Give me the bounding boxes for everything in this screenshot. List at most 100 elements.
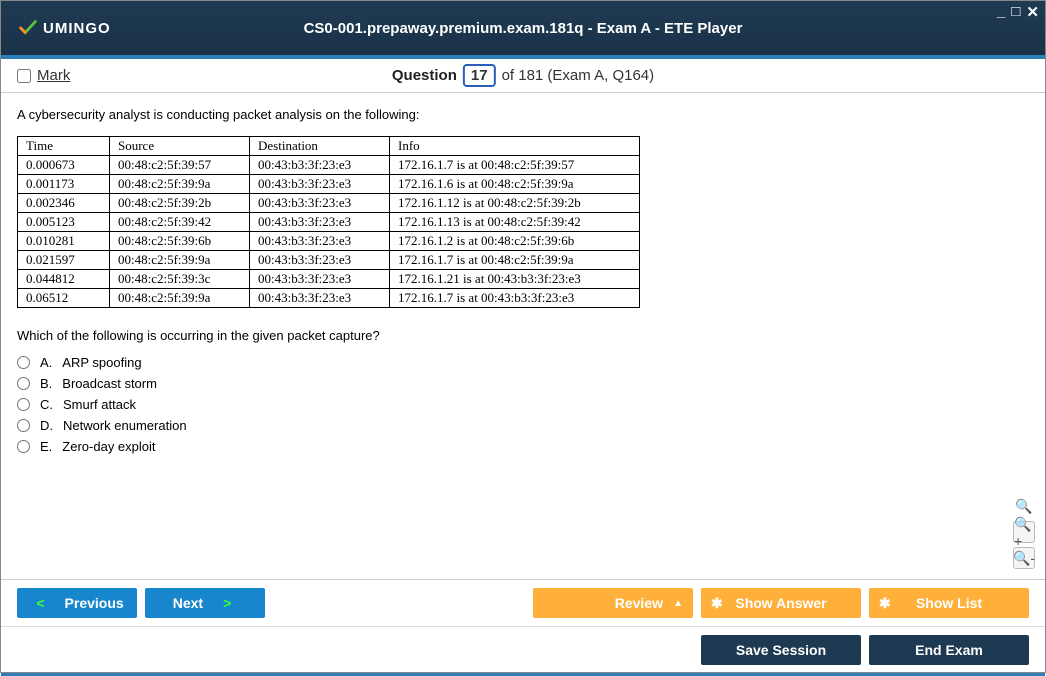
window-title: CS0-001.prepaway.premium.exam.181q - Exa…: [304, 20, 743, 37]
question-followup: Which of the following is occurring in t…: [17, 328, 1029, 343]
table-row: 0.00067300:48:c2:5f:39:5700:43:b3:3f:23:…: [18, 156, 640, 175]
table-cell: 00:48:c2:5f:39:42: [110, 213, 250, 232]
mark-checkbox[interactable]: Mark: [17, 67, 70, 84]
table-cell: 0.001173: [18, 175, 110, 194]
zoom-controls: 🔍 🔍+ 🔍-: [1013, 495, 1035, 569]
question-prompt: A cybersecurity analyst is conducting pa…: [17, 107, 1029, 122]
zoom-out-icon[interactable]: 🔍-: [1013, 547, 1035, 569]
table-cell: 00:48:c2:5f:39:2b: [110, 194, 250, 213]
show-list-button[interactable]: ✱ Show List: [869, 588, 1029, 618]
table-header-row: Time Source Destination Info: [18, 137, 640, 156]
option-text: Network enumeration: [63, 418, 187, 433]
table-cell: 172.16.1.12 is at 00:48:c2:5f:39:2b: [390, 194, 640, 213]
star-icon: ✱: [879, 595, 891, 612]
table-cell: 172.16.1.7 is at 00:48:c2:5f:39:57: [390, 156, 640, 175]
table-cell: 00:43:b3:3f:23:e3: [250, 289, 390, 308]
option-letter: C.: [40, 397, 53, 412]
end-exam-button[interactable]: End Exam: [869, 635, 1029, 665]
question-counter: Question 17 of 181 (Exam A, Q164): [392, 64, 654, 87]
maximize-icon[interactable]: □: [1011, 3, 1020, 21]
col-destination: Destination: [250, 137, 390, 156]
option-b[interactable]: B. Broadcast storm: [17, 376, 1029, 391]
mark-checkbox-input[interactable]: [17, 69, 31, 83]
option-e[interactable]: E. Zero-day exploit: [17, 439, 1029, 454]
option-radio[interactable]: [17, 377, 30, 390]
question-total: of 181 (Exam A, Q164): [502, 67, 655, 84]
table-cell: 00:48:c2:5f:39:57: [110, 156, 250, 175]
chevron-right-icon: >: [223, 595, 231, 611]
minimize-icon[interactable]: _: [997, 3, 1005, 21]
table-cell: 00:43:b3:3f:23:e3: [250, 251, 390, 270]
option-a[interactable]: A. ARP spoofing: [17, 355, 1029, 370]
option-d[interactable]: D. Network enumeration: [17, 418, 1029, 433]
table-cell: 172.16.1.6 is at 00:48:c2:5f:39:9a: [390, 175, 640, 194]
show-answer-label: Show Answer: [735, 595, 826, 611]
options-list: A. ARP spoofing B. Broadcast storm C. Smur…: [17, 355, 1029, 454]
table-cell: 00:48:c2:5f:39:3c: [110, 270, 250, 289]
table-row: 0.00117300:48:c2:5f:39:9a00:43:b3:3f:23:…: [18, 175, 640, 194]
table-row: 0.00512300:48:c2:5f:39:4200:43:b3:3f:23:…: [18, 213, 640, 232]
mark-label: Mark: [37, 67, 70, 84]
question-header: Mark Question 17 of 181 (Exam A, Q164): [1, 59, 1045, 93]
review-button[interactable]: Review ▲: [533, 588, 693, 618]
chevron-left-icon: <: [36, 595, 44, 611]
col-time: Time: [18, 137, 110, 156]
question-word: Question: [392, 67, 457, 84]
option-radio[interactable]: [17, 398, 30, 411]
table-cell: 0.010281: [18, 232, 110, 251]
table-cell: 172.16.1.21 is at 00:43:b3:3f:23:e3: [390, 270, 640, 289]
search-icon[interactable]: 🔍: [1013, 495, 1035, 517]
option-c[interactable]: C. Smurf attack: [17, 397, 1029, 412]
show-list-label: Show List: [916, 595, 982, 611]
table-cell: 00:48:c2:5f:39:9a: [110, 289, 250, 308]
option-letter: E.: [40, 439, 52, 454]
table-cell: 00:43:b3:3f:23:e3: [250, 156, 390, 175]
star-icon: ✱: [711, 595, 723, 612]
checkmark-icon: [17, 17, 39, 39]
titlebar: UMINGO CS0-001.prepaway.premium.exam.181…: [1, 1, 1045, 55]
next-button[interactable]: Next>: [145, 588, 265, 618]
table-row: 0.00234600:48:c2:5f:39:2b00:43:b3:3f:23:…: [18, 194, 640, 213]
brand-text: UMINGO: [43, 20, 111, 37]
table-cell: 0.000673: [18, 156, 110, 175]
show-answer-button[interactable]: ✱ Show Answer: [701, 588, 861, 618]
question-number[interactable]: 17: [463, 64, 496, 87]
option-radio[interactable]: [17, 440, 30, 453]
table-cell: 172.16.1.7 is at 00:48:c2:5f:39:9a: [390, 251, 640, 270]
table-cell: 00:43:b3:3f:23:e3: [250, 270, 390, 289]
previous-label: Previous: [65, 595, 124, 611]
save-session-button[interactable]: Save Session: [701, 635, 861, 665]
option-radio[interactable]: [17, 356, 30, 369]
table-cell: 172.16.1.7 is at 00:43:b3:3f:23:e3: [390, 289, 640, 308]
table-cell: 00:43:b3:3f:23:e3: [250, 213, 390, 232]
table-cell: 172.16.1.13 is at 00:48:c2:5f:39:42: [390, 213, 640, 232]
table-cell: 00:43:b3:3f:23:e3: [250, 194, 390, 213]
table-cell: 0.06512: [18, 289, 110, 308]
table-cell: 00:48:c2:5f:39:9a: [110, 251, 250, 270]
table-row: 0.04481200:48:c2:5f:39:3c00:43:b3:3f:23:…: [18, 270, 640, 289]
table-cell: 00:48:c2:5f:39:9a: [110, 175, 250, 194]
review-label: Review: [615, 595, 663, 611]
table-cell: 172.16.1.2 is at 00:48:c2:5f:39:6b: [390, 232, 640, 251]
footer-session: Save Session End Exam: [1, 626, 1045, 673]
packet-table: Time Source Destination Info 0.00067300:…: [17, 136, 640, 308]
option-text: Zero-day exploit: [62, 439, 155, 454]
table-cell: 0.002346: [18, 194, 110, 213]
window-controls: _ □ ✕: [997, 3, 1039, 21]
table-cell: 00:48:c2:5f:39:6b: [110, 232, 250, 251]
table-cell: 00:43:b3:3f:23:e3: [250, 232, 390, 251]
col-source: Source: [110, 137, 250, 156]
table-row: 0.01028100:48:c2:5f:39:6b00:43:b3:3f:23:…: [18, 232, 640, 251]
table-row: 0.02159700:48:c2:5f:39:9a00:43:b3:3f:23:…: [18, 251, 640, 270]
triangle-up-icon: ▲: [673, 598, 683, 609]
close-icon[interactable]: ✕: [1026, 3, 1039, 21]
option-radio[interactable]: [17, 419, 30, 432]
table-row: 0.0651200:48:c2:5f:39:9a00:43:b3:3f:23:e…: [18, 289, 640, 308]
table-cell: 0.005123: [18, 213, 110, 232]
table-cell: 0.044812: [18, 270, 110, 289]
brand-logo: UMINGO: [17, 17, 111, 39]
zoom-in-icon[interactable]: 🔍+: [1013, 521, 1035, 543]
previous-button[interactable]: < Previous: [17, 588, 137, 618]
option-text: Broadcast storm: [62, 376, 157, 391]
table-cell: 0.021597: [18, 251, 110, 270]
